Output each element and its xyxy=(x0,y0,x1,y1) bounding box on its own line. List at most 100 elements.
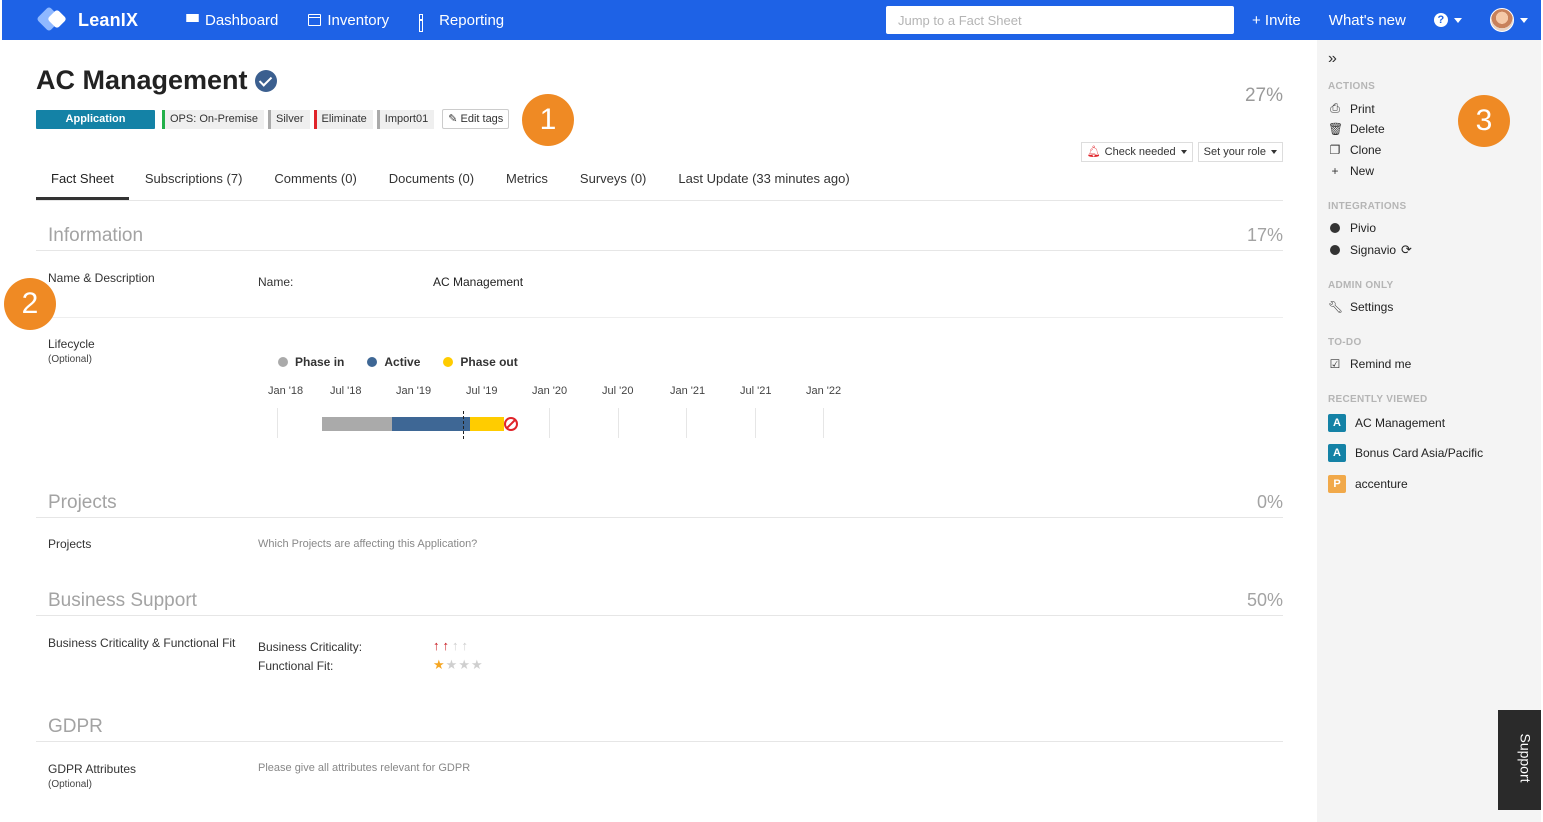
integration-signavio[interactable]: Signavio ⟳ xyxy=(1328,242,1412,258)
sync-icon[interactable]: ⟳ xyxy=(1401,242,1412,258)
todo-remind-me[interactable]: ☑ Remind me xyxy=(1328,357,1412,371)
quality-actions: 🔔︎ Check needed Set your role xyxy=(1076,142,1283,162)
arrow-up-icon: ↑ xyxy=(433,638,440,653)
check-needed-label: Check needed xyxy=(1104,146,1176,158)
help-menu[interactable]: ? xyxy=(1433,13,1462,27)
chevron-down-icon xyxy=(1453,17,1462,23)
factsheet-search-input[interactable] xyxy=(886,6,1234,34)
plus-icon: + xyxy=(1331,164,1339,178)
trash-icon: 🗑︎ xyxy=(1328,122,1344,136)
projects-hint[interactable]: Which Projects are affecting this Applic… xyxy=(258,538,477,550)
criticality-label: Business Criticality: xyxy=(258,640,363,654)
section-projects[interactable]: Projects 0% xyxy=(36,484,1283,518)
gdpr-label: GDPR Attributes xyxy=(48,762,137,776)
recent-item-label: accenture xyxy=(1355,477,1408,491)
lifecycle-phase-out-bar[interactable] xyxy=(470,417,504,431)
lifecycle-gridline xyxy=(277,408,278,438)
tag-silver[interactable]: Silver xyxy=(268,109,310,129)
nav-dashboard[interactable]: Dashboard xyxy=(186,12,278,29)
recent-item[interactable]: Paccenture xyxy=(1328,475,1408,493)
check-needed-button[interactable]: 🔔︎ Check needed xyxy=(1080,142,1193,162)
type-tag[interactable]: Application xyxy=(36,109,155,129)
verified-check-icon xyxy=(254,69,277,92)
integration-label: Pivio xyxy=(1350,221,1377,235)
lifecycle-phase-in-bar[interactable] xyxy=(322,417,392,431)
double-chevron-right-icon[interactable]: » xyxy=(1328,50,1337,68)
recent-item-label: Bonus Card Asia/Pacific xyxy=(1355,446,1484,460)
functional-fit-rating[interactable]: ★★★★ xyxy=(433,657,484,673)
recent-item[interactable]: A Bonus Card Asia/Pacific xyxy=(1328,444,1483,462)
user-menu[interactable] xyxy=(1489,8,1528,32)
right-sidebar: » ACTIONS ⎙ Print 🗑︎ Delete ❐ Clone + New IN… xyxy=(1317,40,1541,822)
action-label: New xyxy=(1350,164,1375,178)
lifecycle-active-bar[interactable] xyxy=(392,417,470,431)
field-label-name-description: Name & Description xyxy=(48,271,155,285)
action-clone[interactable]: ❐ Clone xyxy=(1328,143,1382,157)
criticality-rating[interactable]: ↑ ↑ ↑ ↑ xyxy=(433,638,471,653)
section-percent: 0% xyxy=(1256,492,1283,512)
tab-subscriptions[interactable]: Subscriptions (7) xyxy=(129,159,259,200)
field-label-projects: Projects xyxy=(48,537,92,551)
section-gdpr[interactable]: GDPR xyxy=(36,708,1283,742)
legend-phase-in: Phase in xyxy=(278,355,344,369)
action-delete[interactable]: 🗑︎ Delete xyxy=(1328,122,1385,136)
set-role-button[interactable]: Set your role xyxy=(1197,142,1283,162)
admin-settings[interactable]: 🔧︎ Settings xyxy=(1328,300,1393,314)
lifecycle-tick: Jul '19 xyxy=(466,385,498,397)
support-button[interactable]: Support xyxy=(1498,710,1541,810)
gdpr-hint[interactable]: Please give all attributes relevant for … xyxy=(258,762,470,774)
tag-eliminate[interactable]: Eliminate xyxy=(313,109,373,129)
nav-dashboard-label: Dashboard xyxy=(205,11,279,29)
tab-metrics[interactable]: Metrics xyxy=(490,159,564,200)
divider xyxy=(36,317,1283,318)
lifecycle-tick: Jan '22 xyxy=(806,385,842,397)
action-new[interactable]: + New xyxy=(1328,164,1374,178)
application-badge: A xyxy=(1328,414,1346,432)
sidebar-heading-recent: RECENTLY VIEWED xyxy=(1328,394,1428,405)
section-title: GDPR xyxy=(48,716,103,737)
invite-button[interactable]: + Invite xyxy=(1252,12,1301,29)
edit-tags-button[interactable]: ✎ Edit tags xyxy=(442,109,510,129)
integration-pivio[interactable]: Pivio xyxy=(1328,221,1376,235)
lifecycle-gridline xyxy=(686,408,687,438)
arrow-up-icon: ↑ xyxy=(461,638,469,653)
application-badge: A xyxy=(1328,444,1346,462)
bar-chart-icon xyxy=(419,13,433,32)
title-row: AC Management xyxy=(36,65,277,96)
action-print[interactable]: ⎙ Print xyxy=(1328,101,1375,116)
nav-inventory[interactable]: Inventory xyxy=(308,12,389,29)
leanix-logo[interactable]: LeanIX xyxy=(36,9,186,31)
tab-documents[interactable]: Documents (0) xyxy=(373,159,490,200)
callout-badge: 1 xyxy=(522,94,574,146)
status-dot-icon xyxy=(1330,223,1340,233)
optional-label: (Optional) xyxy=(48,354,92,365)
section-information[interactable]: Information 17% xyxy=(36,217,1283,251)
name-value[interactable]: AC Management xyxy=(433,275,523,289)
tab-surveys[interactable]: Surveys (0) xyxy=(564,159,662,200)
chevron-down-icon xyxy=(1519,17,1528,23)
tab-comments[interactable]: Comments (0) xyxy=(258,159,372,200)
settings-label: Settings xyxy=(1350,300,1394,314)
lifecycle-tick: Jul '21 xyxy=(740,385,772,397)
nav-reporting[interactable]: Reporting xyxy=(419,12,504,32)
arrow-up-icon: ↑ xyxy=(452,638,459,653)
lifecycle-tick: Jul '20 xyxy=(602,385,634,397)
section-business-support[interactable]: Business Support 50% xyxy=(36,582,1283,616)
lifecycle-gridline xyxy=(549,408,550,438)
callout-badge: 2 xyxy=(4,278,56,330)
grid-icon xyxy=(186,13,199,27)
support-label: Support xyxy=(1517,733,1534,783)
action-label: Delete xyxy=(1350,122,1385,136)
tab-last-update[interactable]: Last Update (33 minutes ago) xyxy=(662,159,865,200)
printer-icon: ⎙ xyxy=(1330,101,1340,115)
tag-import[interactable]: Import01 xyxy=(376,109,435,129)
active-dot xyxy=(367,357,378,367)
tab-fact-sheet[interactable]: Fact Sheet xyxy=(36,159,129,200)
lifecycle-gridline xyxy=(618,408,619,438)
lifecycle-label: Lifecycle xyxy=(48,337,95,351)
sidebar-heading-actions: ACTIONS xyxy=(1328,81,1376,92)
tag-ops[interactable]: OPS: On-Premise xyxy=(162,109,265,129)
callout-badge: 3 xyxy=(1458,95,1510,147)
recent-item[interactable]: A AC Management xyxy=(1328,414,1445,432)
whats-new-link[interactable]: What's new xyxy=(1329,12,1406,29)
